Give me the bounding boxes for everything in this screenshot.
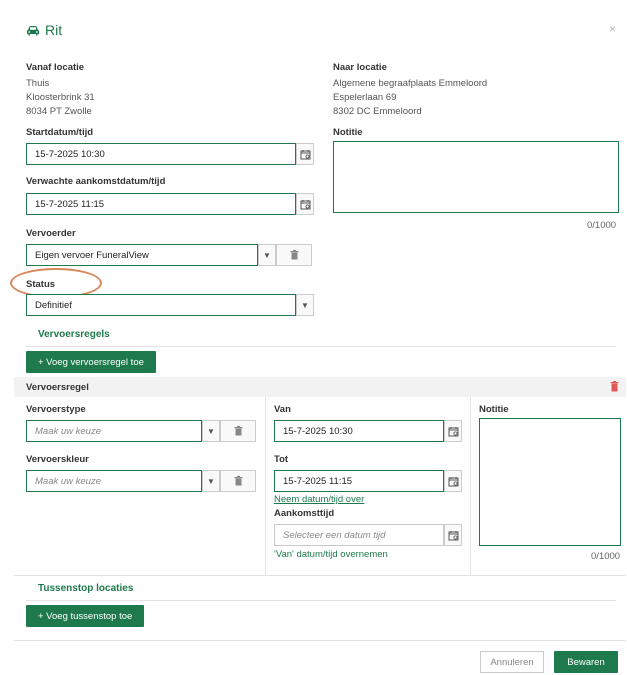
footer-divider	[14, 640, 626, 641]
carrier-dropdown-button[interactable]: ▼	[258, 244, 276, 266]
divider	[26, 600, 616, 601]
carrier-label: Vervoerder	[26, 228, 76, 239]
to-location-label: Naar locatie	[333, 62, 387, 73]
caret-down-icon: ▼	[263, 250, 271, 260]
arrival-time-calendar-button[interactable]	[444, 524, 462, 546]
arrival-calendar-button[interactable]	[296, 193, 314, 215]
rule-to-input[interactable]: 15-7-2025 11:15	[274, 470, 444, 492]
trash-icon	[234, 426, 243, 436]
arrival-time-placeholder: Selecteer een datum tijd	[283, 529, 386, 541]
arrival-datetime-input[interactable]: 15-7-2025 11:15	[26, 193, 296, 215]
rule-from-calendar-button[interactable]	[444, 420, 462, 442]
trash-icon	[234, 476, 243, 486]
copy-datetime-link[interactable]: Neem datum/tijd over	[274, 494, 364, 505]
transport-rule-header	[14, 377, 626, 397]
transport-color-dropdown-button[interactable]: ▼	[202, 470, 220, 492]
transport-rules-title: Vervoersregels	[38, 329, 110, 340]
dialog-title: Rit	[26, 22, 62, 38]
cancel-button[interactable]: Annuleren	[480, 651, 544, 673]
to-location-street: Espelerlaan 69	[333, 92, 397, 103]
note-textarea[interactable]	[333, 141, 619, 213]
from-location-label: Vanaf locatie	[26, 62, 85, 73]
calendar-icon	[300, 149, 311, 160]
status-dropdown-button[interactable]: ▼	[296, 294, 314, 316]
calendar-icon	[448, 426, 459, 437]
calendar-icon	[448, 476, 459, 487]
start-datetime-input[interactable]: 15-7-2025 10:30	[26, 143, 296, 165]
from-location-street: Kloosterbrink 31	[26, 92, 95, 103]
status-select[interactable]: Definitief	[26, 294, 296, 316]
car-icon	[26, 25, 40, 36]
rule-from-input[interactable]: 15-7-2025 10:30	[274, 420, 444, 442]
close-icon[interactable]: ×	[609, 22, 616, 36]
from-location-city: 8034 PT Zwolle	[26, 106, 92, 117]
transport-type-placeholder: Maak uw keuze	[35, 425, 102, 437]
arrival-datetime-label: Verwachte aankomstdatum/tijd	[26, 176, 166, 187]
dialog-title-text: Rit	[45, 22, 63, 38]
transport-type-delete-button[interactable]	[220, 420, 256, 442]
rule-from-label: Van	[274, 404, 291, 415]
carrier-delete-button[interactable]	[276, 244, 312, 266]
from-location-name: Thuis	[26, 78, 50, 89]
transport-rule-header-label: Vervoersregel	[26, 382, 89, 393]
transport-type-label: Vervoerstype	[26, 404, 86, 415]
rule-note-label: Notitie	[479, 404, 509, 415]
save-button[interactable]: Bewaren	[554, 651, 618, 673]
start-calendar-button[interactable]	[296, 143, 314, 165]
to-location-name: Algemene begraafplaats Emmeloord	[333, 78, 488, 89]
trash-icon	[290, 250, 299, 260]
column-divider	[470, 397, 471, 575]
calendar-icon	[300, 199, 311, 210]
rule-to-calendar-button[interactable]	[444, 470, 462, 492]
divider	[26, 346, 616, 347]
caret-down-icon: ▼	[207, 426, 215, 436]
start-datetime-label: Startdatum/tijd	[26, 127, 94, 138]
note-counter: 0/1000	[587, 220, 617, 231]
note-label: Notitie	[333, 127, 363, 138]
divider	[14, 575, 626, 576]
arrival-time-label: Aankomsttijd	[274, 508, 335, 519]
transport-color-label: Vervoerskleur	[26, 454, 89, 465]
carrier-select[interactable]: Eigen vervoer FuneralView	[26, 244, 258, 266]
transport-color-delete-button[interactable]	[220, 470, 256, 492]
caret-down-icon: ▼	[207, 476, 215, 486]
caret-down-icon: ▼	[301, 300, 309, 310]
column-divider	[265, 397, 266, 575]
stops-title: Tussenstop locaties	[38, 583, 134, 594]
transport-color-select[interactable]: Maak uw keuze	[26, 470, 202, 492]
rule-note-textarea[interactable]	[479, 418, 621, 546]
transport-color-placeholder: Maak uw keuze	[35, 475, 102, 487]
add-transport-rule-button[interactable]: + Voeg vervoersregel toe	[26, 351, 156, 373]
to-location-city: 8302 DC Emmeloord	[333, 106, 422, 117]
arrival-time-input[interactable]: Selecteer een datum tijd	[274, 524, 444, 546]
rule-note-counter: 0/1000	[591, 551, 621, 562]
rule-to-label: Tot	[274, 454, 289, 465]
calendar-icon	[448, 530, 459, 541]
transport-type-dropdown-button[interactable]: ▼	[202, 420, 220, 442]
copy-from-datetime-link[interactable]: 'Van' datum/tijd overnemen	[274, 549, 388, 560]
transport-type-select[interactable]: Maak uw keuze	[26, 420, 202, 442]
delete-rule-trash-icon[interactable]	[610, 381, 619, 392]
status-label: Status	[26, 279, 56, 290]
add-stop-button[interactable]: + Voeg tussenstop toe	[26, 605, 145, 627]
